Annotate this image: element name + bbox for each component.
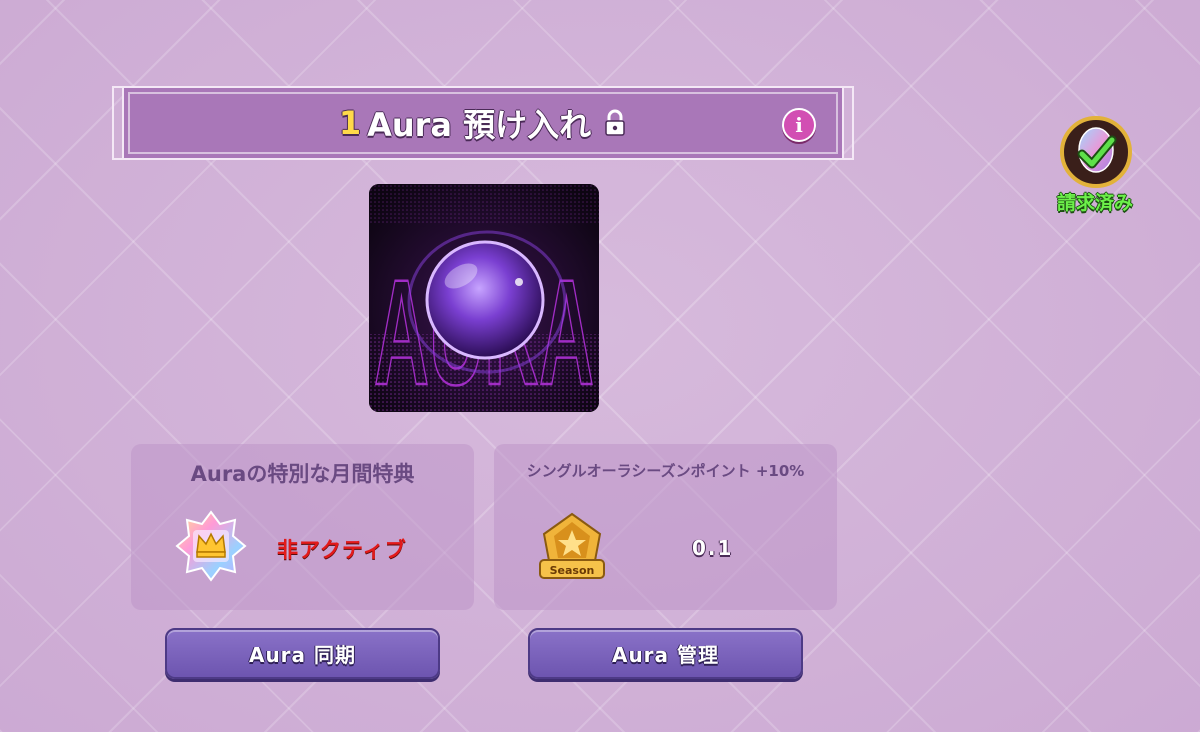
lock-icon: [605, 109, 625, 136]
info-icon[interactable]: i: [782, 108, 816, 142]
season-points-panel: シングルオーラシーズンポイント +10% Season 0.1: [494, 444, 837, 610]
page-title: 1 Aura 預け入れ: [339, 100, 627, 146]
monthly-bonus-panel: Auraの特別な月間特典 非アクティブ: [131, 444, 474, 610]
aura-orb-image: AURA: [369, 184, 599, 412]
season-points-value: 0.1: [692, 536, 734, 560]
season-badge-icon: Season: [539, 512, 605, 579]
egg-check-icon: [1060, 116, 1132, 188]
aura-manage-button[interactable]: Aura 管理: [528, 628, 803, 679]
claimed-badge[interactable]: 請求済み: [1048, 116, 1142, 214]
monthly-bonus-title: Auraの特別な月間特典: [190, 462, 415, 486]
status-inactive-label: 非アクティブ: [277, 538, 407, 562]
claimed-label: 請求済み: [1056, 192, 1133, 214]
season-badge-text: Season: [550, 564, 595, 577]
title-number: 1: [338, 104, 362, 142]
aura-sync-button[interactable]: Aura 同期: [165, 628, 440, 679]
title-text: Aura 預け入れ: [367, 106, 592, 144]
season-points-title: シングルオーラシーズンポイント +10%: [526, 462, 805, 480]
crown-star-badge-icon: [175, 510, 247, 582]
title-banner: 1 Aura 預け入れ i: [112, 86, 854, 160]
